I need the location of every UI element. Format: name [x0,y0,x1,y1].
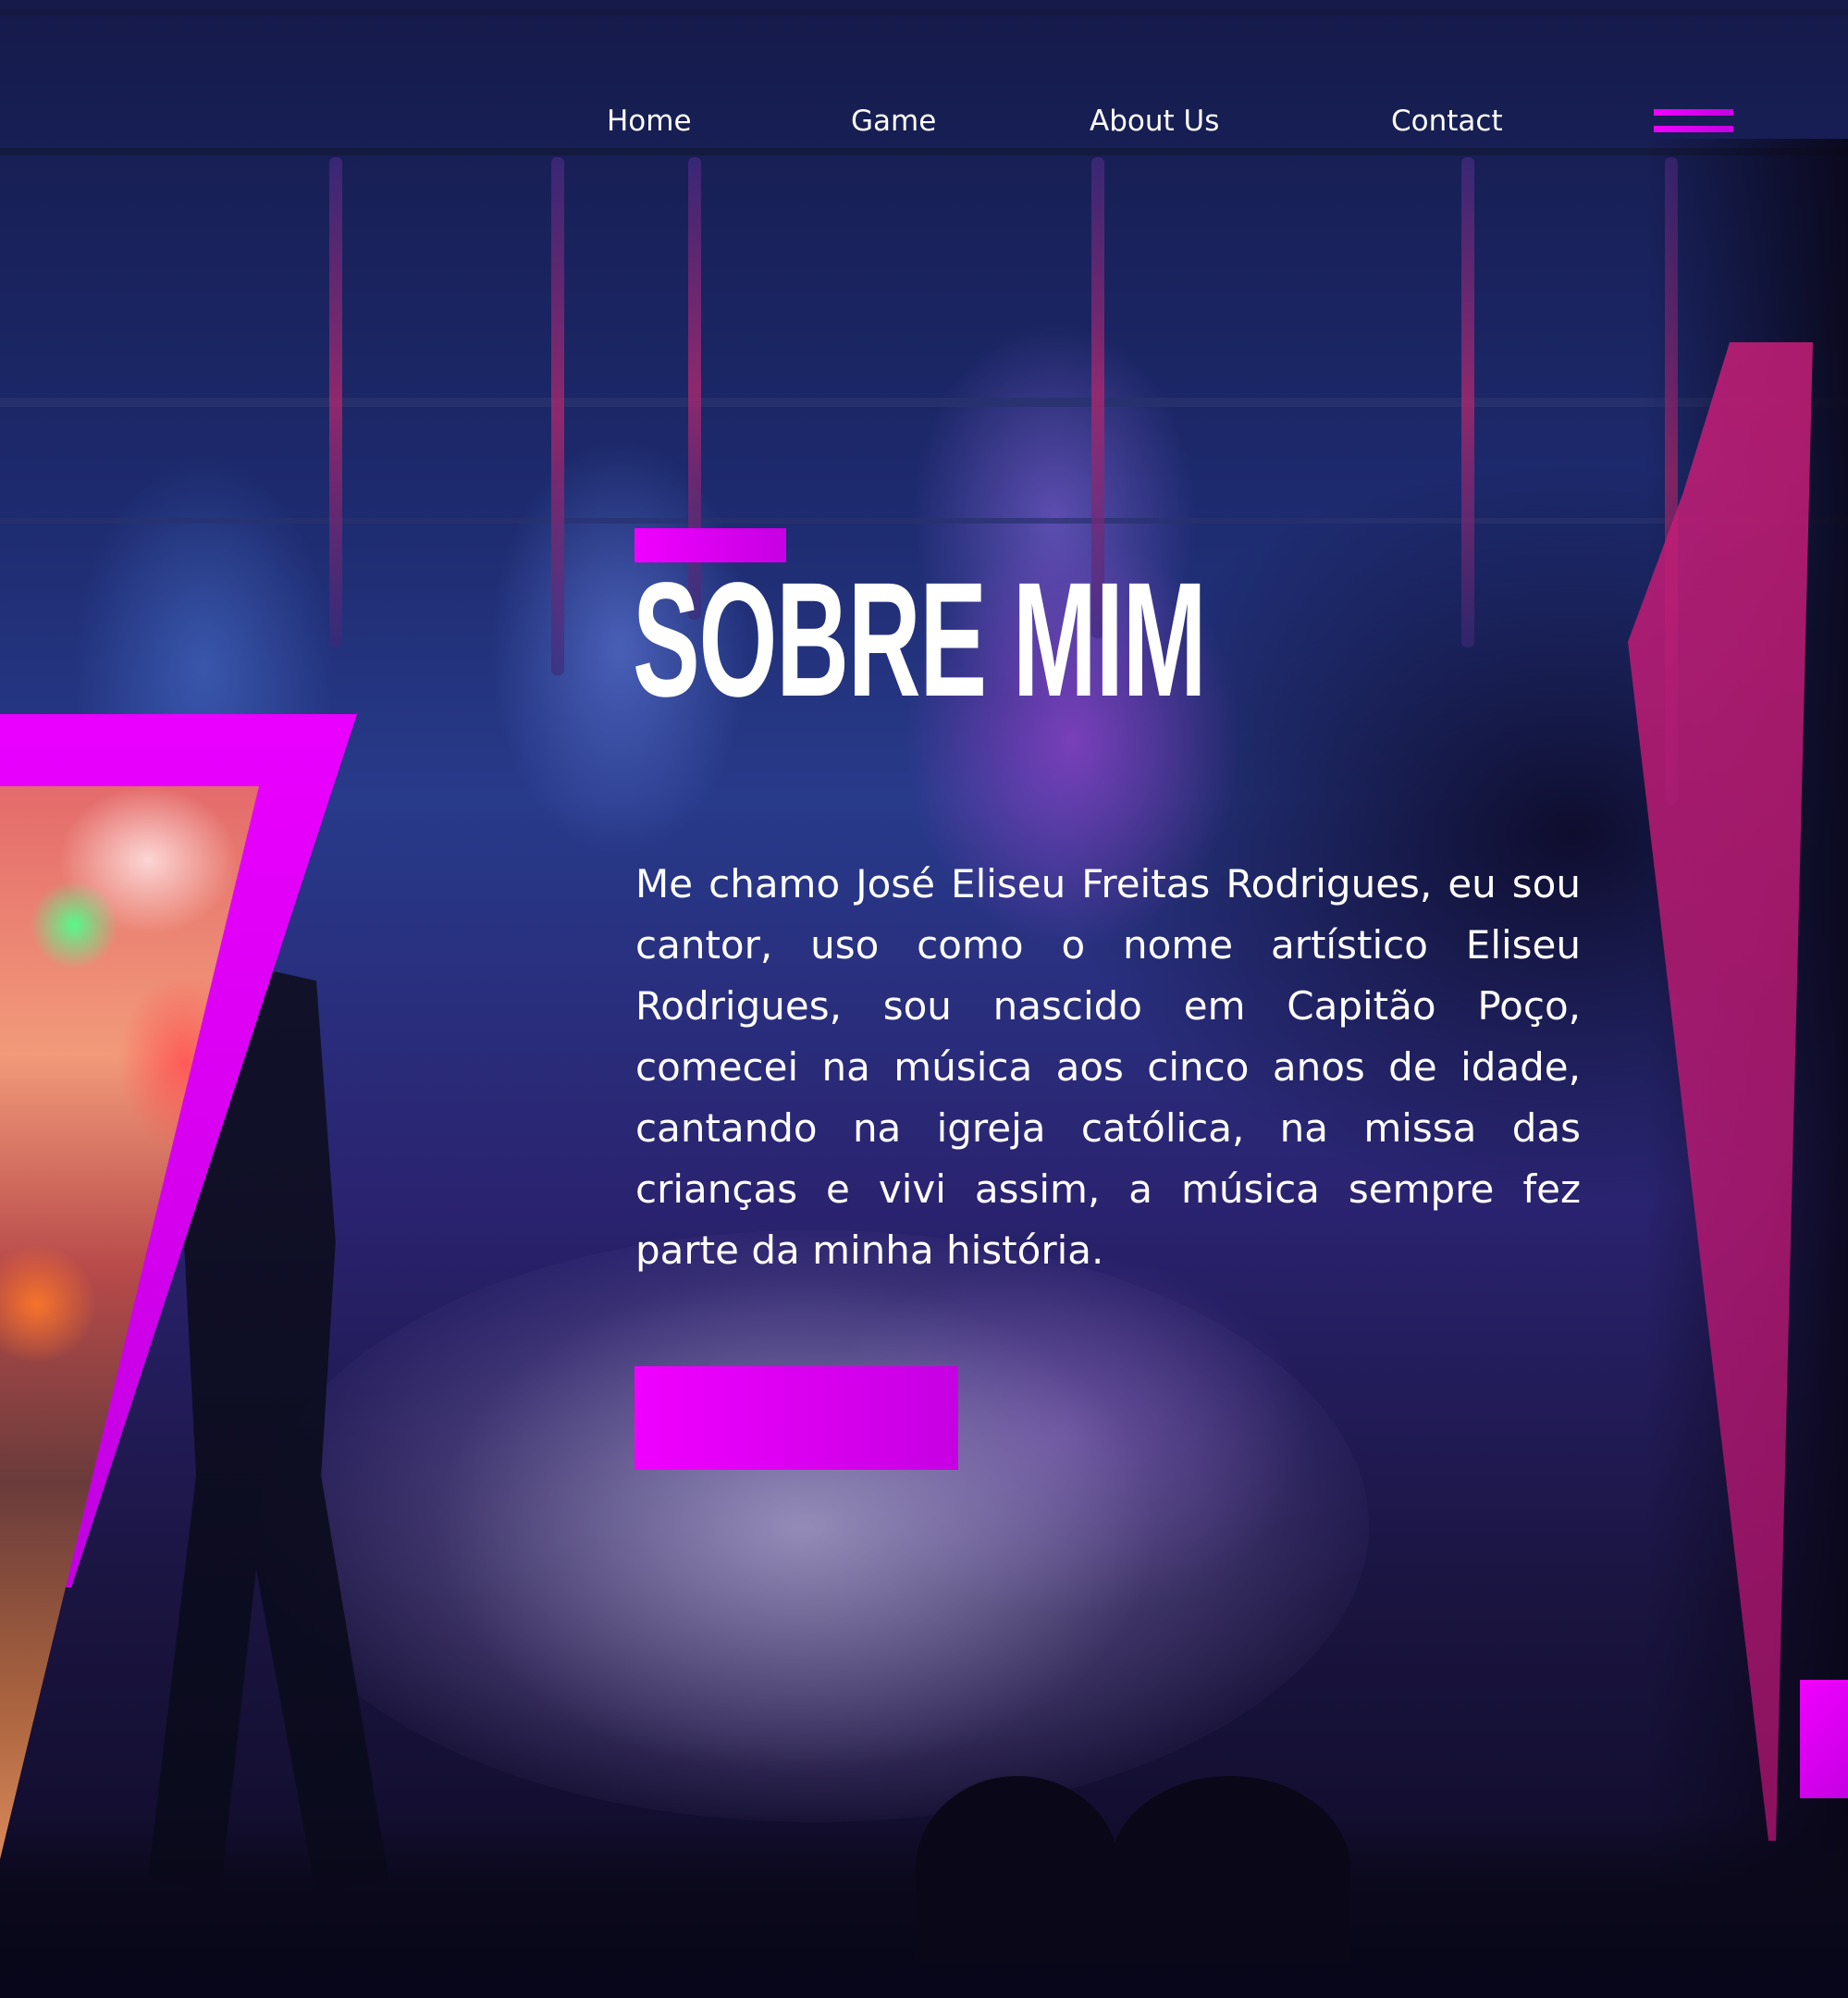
decorative-accent-block [1800,1680,1848,1798]
stage-smoke [259,1230,1369,1822]
hanging-decoration [551,157,564,675]
nav-link-home[interactable]: Home [607,98,692,144]
page-title: SOBRE MIM [633,549,1207,731]
nav-link-contact[interactable]: Contact [1391,98,1503,144]
cta-button[interactable] [634,1366,958,1470]
nav-link-game[interactable]: Game [851,98,936,144]
crowd-head [916,1776,1119,1961]
stage-truss [0,148,1848,155]
menu-line [1654,109,1733,116]
stage-truss [0,9,1848,15]
stage-truss [0,398,1848,407]
hamburger-menu-icon[interactable] [1654,107,1733,135]
main-navigation: Home Game About Us Contact [0,98,1848,144]
crowd-silhouette [0,1776,1848,1998]
hanging-decoration [329,157,342,648]
stage-truss [0,518,1848,524]
biography-text: Me chamo José Eliseu Freitas Rodrigues, … [635,861,1581,1273]
nav-link-about-us[interactable]: About Us [1090,98,1219,144]
menu-line [1654,126,1733,132]
crowd-head [1110,1776,1350,1961]
about-page: Home Game About Us Contact SOBRE MIM Me … [0,0,1848,1998]
hanging-decoration [1461,157,1474,648]
